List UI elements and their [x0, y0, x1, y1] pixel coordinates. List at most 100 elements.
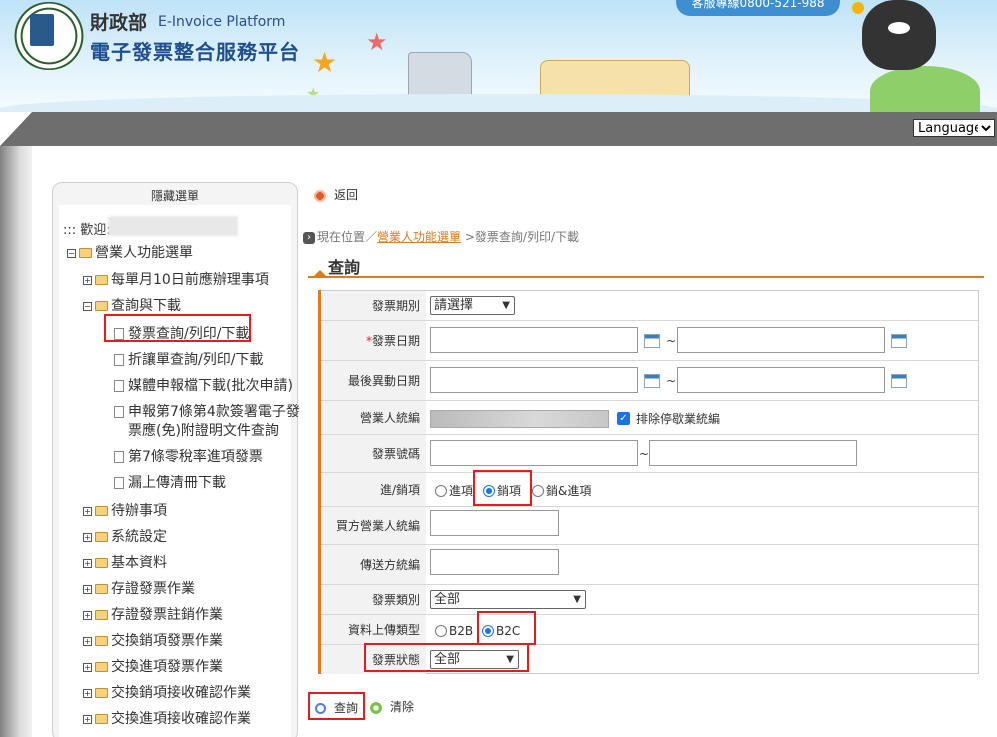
page-title: 查詢: [328, 258, 361, 277]
upload-b2b-radio[interactable]: [435, 624, 447, 637]
sidebar-item-label: 查詢與下載: [111, 298, 181, 314]
calendar-icon[interactable]: [891, 334, 907, 348]
expand-icon[interactable]: +: [83, 558, 92, 568]
sidebar-item-certified-invoice[interactable]: + 存證發票作業: [83, 578, 195, 598]
sidebar-item-query-download[interactable]: − 查詢與下載: [83, 295, 181, 315]
sidebar-item-media-download[interactable]: 媒體申報檔下載(批次申請): [114, 375, 293, 395]
hotline-badge: 客服專線0800-521-988: [676, 0, 840, 16]
expand-icon[interactable]: +: [83, 506, 92, 516]
exclude-suspended-checkbox[interactable]: ✓: [617, 412, 630, 425]
calendar-icon[interactable]: [891, 374, 907, 388]
upload-b2b-label: B2B: [449, 623, 474, 638]
folder-icon: [95, 714, 108, 724]
folder-icon: [95, 584, 108, 594]
buyer-label: 買方營業人統編: [322, 507, 426, 544]
mascot-wand-icon: [852, 2, 864, 14]
tree-root[interactable]: − 營業人功能選單: [67, 242, 193, 262]
back-link[interactable]: 返回: [314, 186, 358, 203]
breadcrumb-prefix: 現在位置／: [317, 230, 378, 244]
sidebar-item-label: 存證發票註銷作業: [111, 607, 223, 623]
building-illustration: [408, 52, 472, 98]
sidebar-item-exchange-purchase-confirm[interactable]: + 交換進項接收確認作業: [83, 708, 251, 728]
breadcrumb: › 現在位置／營業人功能選單 >發票查詢/列印/下載: [303, 228, 579, 245]
calendar-icon[interactable]: [644, 374, 660, 388]
ban-input-redacted[interactable]: [430, 410, 609, 428]
language-select[interactable]: Language: [913, 119, 995, 137]
highlight-sales-option: [473, 470, 532, 506]
change-date-from-input[interactable]: [430, 367, 638, 393]
chevron-right-icon: ›: [303, 231, 315, 244]
hide-menu-button[interactable]: 隱藏選單: [53, 183, 297, 203]
invoice-number-field: ~: [430, 435, 978, 472]
highlight-status-row: [364, 643, 529, 672]
period-select[interactable]: 請選擇 ▼: [430, 296, 515, 315]
town-illustration: [540, 60, 690, 96]
header-banner: 財政部 E-Invoice Platform 電子發票整合服務平台 客服專線08…: [0, 0, 997, 112]
sender-ban-input[interactable]: [430, 549, 559, 575]
sidebar-item-label: 交換銷項發票作業: [111, 633, 223, 649]
breadcrumb-link[interactable]: 營業人功能選單: [377, 230, 461, 244]
form-row-change-date: 最後異動日期 ~: [319, 361, 978, 401]
highlight-b2c-option: [477, 611, 536, 645]
title-divider: [308, 276, 984, 278]
upload-type-label: 資料上傳類型: [322, 615, 426, 644]
clear-button[interactable]: 清除: [370, 698, 414, 715]
expand-icon[interactable]: +: [83, 688, 92, 698]
back-label: 返回: [334, 188, 359, 202]
sidebar-item-monthly-tasks[interactable]: + 每單月10日前應辦理事項: [83, 269, 269, 289]
invoice-number-from-input[interactable]: [430, 440, 638, 466]
sidebar-item-exchange-sales[interactable]: + 交換銷項發票作業: [83, 630, 223, 650]
sidebar-item-zero-tax[interactable]: 第7條零稅率進項發票: [114, 446, 263, 466]
sidebar-item-allowance-query[interactable]: 折讓單查詢/列印/下載: [114, 349, 263, 369]
sidebar-item-article7-query[interactable]: 申報第7條第4款簽署電子發: [114, 401, 300, 421]
expand-icon[interactable]: +: [83, 275, 92, 285]
sidebar-item-exchange-purchase[interactable]: + 交換進項發票作業: [83, 656, 223, 676]
left-shadow: [0, 146, 32, 737]
sidebar-item-label: 系統設定: [111, 529, 167, 545]
direction-both-radio[interactable]: [532, 484, 544, 497]
category-select[interactable]: 全部 ▼: [430, 590, 586, 609]
invoice-date-to-input[interactable]: [677, 327, 885, 353]
expand-icon[interactable]: +: [83, 610, 92, 620]
mascot-face: [888, 22, 910, 34]
form-row-direction: 進/銷項 進項 銷項 銷&進項: [319, 473, 978, 507]
ban-field: ✓ 排除停歇業統編: [430, 401, 978, 434]
invoice-date-from-input[interactable]: [430, 327, 638, 353]
form-row-upload-type: 資料上傳類型 B2B B2C: [319, 615, 978, 645]
expand-icon[interactable]: +: [83, 714, 92, 724]
calendar-icon[interactable]: [644, 334, 660, 348]
change-date-field: ~: [430, 361, 978, 400]
search-button[interactable]: 查詢: [308, 692, 365, 720]
document-icon: [114, 380, 124, 392]
form-row-category: 發票類別 全部 ▼: [319, 585, 978, 615]
sidebar-item-settings[interactable]: + 系統設定: [83, 526, 167, 546]
invoice-number-to-input[interactable]: [649, 440, 857, 466]
expand-icon[interactable]: +: [83, 532, 92, 542]
sidebar-item-missing-upload[interactable]: 漏上傳清冊下載: [114, 472, 226, 492]
invoice-number-label: 發票號碼: [322, 435, 426, 472]
sidebar-item-exchange-sales-confirm[interactable]: + 交換銷項接收確認作業: [83, 682, 251, 702]
sidebar-item-label: 存證發票作業: [111, 581, 195, 597]
sidebar-item-certified-void[interactable]: + 存證發票註銷作業: [83, 604, 223, 624]
expand-icon[interactable]: +: [83, 584, 92, 594]
folder-icon: [95, 558, 108, 568]
username-redacted: [108, 216, 238, 236]
upload-b2b-option[interactable]: B2B: [435, 623, 475, 638]
expand-icon[interactable]: +: [83, 636, 92, 646]
collapse-icon[interactable]: −: [83, 301, 92, 311]
document-icon: [114, 477, 124, 489]
sidebar-item-todo[interactable]: + 待辦事項: [83, 500, 167, 520]
expand-icon[interactable]: +: [83, 662, 92, 672]
direction-both-option[interactable]: 銷&進項: [532, 482, 593, 499]
direction-purchase-option[interactable]: 進項: [435, 482, 475, 499]
sidebar-item-label: 待辦事項: [111, 503, 167, 519]
collapse-icon[interactable]: −: [67, 248, 76, 258]
buyer-ban-input[interactable]: [430, 510, 559, 536]
back-arrow-icon: [314, 189, 326, 202]
sidebar-item-label: 折讓單查詢/列印/下載: [128, 352, 264, 368]
sidebar-item-basic-data[interactable]: + 基本資料: [83, 552, 167, 572]
change-date-to-input[interactable]: [677, 367, 885, 393]
search-button-label: 查詢: [334, 701, 359, 715]
direction-purchase-radio[interactable]: [435, 484, 447, 497]
exclude-suspended-option[interactable]: ✓ 排除停歇業統編: [617, 410, 722, 427]
